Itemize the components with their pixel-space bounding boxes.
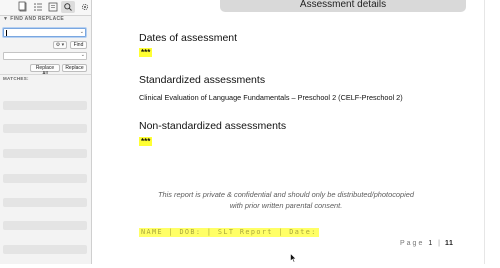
footer-text: NAME | DOB: | SLT Report | Date: [139,228,319,237]
section-header: Assessment details [220,0,466,12]
disclaimer-line: This report is private & confidential an… [158,190,414,199]
match-placeholder [3,101,87,110]
page-label: Page [400,240,425,247]
chevron-down-icon[interactable]: ⌄ [81,52,85,58]
sidebar: ▼FIND AND REPLACE ⌄ ⚙ ▾ Find ⌄ Replace A… [0,0,92,264]
chevron-down-icon[interactable]: ⌄ [80,29,84,35]
divider [0,74,91,75]
find-replace-title[interactable]: ▼ FIND AND REPLACE [3,16,64,22]
replace-button[interactable]: Replace [62,64,87,72]
find-input[interactable]: ⌄ [3,28,86,37]
page-number: Page 1 | 11 [400,240,453,247]
document-icon[interactable] [16,1,30,13]
match-placeholder [3,174,87,183]
page-edge [484,0,485,264]
page-current: 1 [428,240,435,247]
dates-placeholder: *** [139,48,153,57]
non-standardized-heading: Non-standardized assessments [139,120,287,132]
match-placeholder [3,245,87,254]
matches-label: MATCHES: [3,76,29,81]
bookmark-icon[interactable] [46,1,60,13]
search-icon[interactable] [61,1,75,13]
text-caret [6,30,7,36]
match-placeholder [3,124,87,133]
match-placeholder [3,198,87,207]
list-icon[interactable] [31,1,45,13]
replace-all-button[interactable]: Replace All [30,64,60,77]
disclosure-triangle-icon[interactable]: ▼ [3,16,8,22]
confidentiality-disclaimer: This report is private & confidential an… [130,189,442,211]
mouse-pointer-icon [290,250,297,268]
page-total: 11 [444,240,454,247]
match-placeholder [3,221,87,230]
gear-icon[interactable] [78,1,92,13]
standardized-heading: Standardized assessments [139,74,266,86]
find-button[interactable]: Find [70,41,87,49]
replace-input[interactable]: ⌄ [3,52,87,60]
sidebar-tabbar [0,0,91,16]
non-standardized-placeholder: *** [139,137,153,146]
dates-heading: Dates of assessment [139,32,238,44]
page-separator: | [438,240,441,247]
find-replace-title-text: FIND AND REPLACE [10,16,65,22]
match-placeholder [3,149,87,158]
disclaimer-line: with prior written parental consent. [229,201,343,210]
search-options-button[interactable]: ⚙ ▾ [53,41,67,49]
standardized-text: Clinical Evaluation of Language Fundamen… [139,93,403,102]
